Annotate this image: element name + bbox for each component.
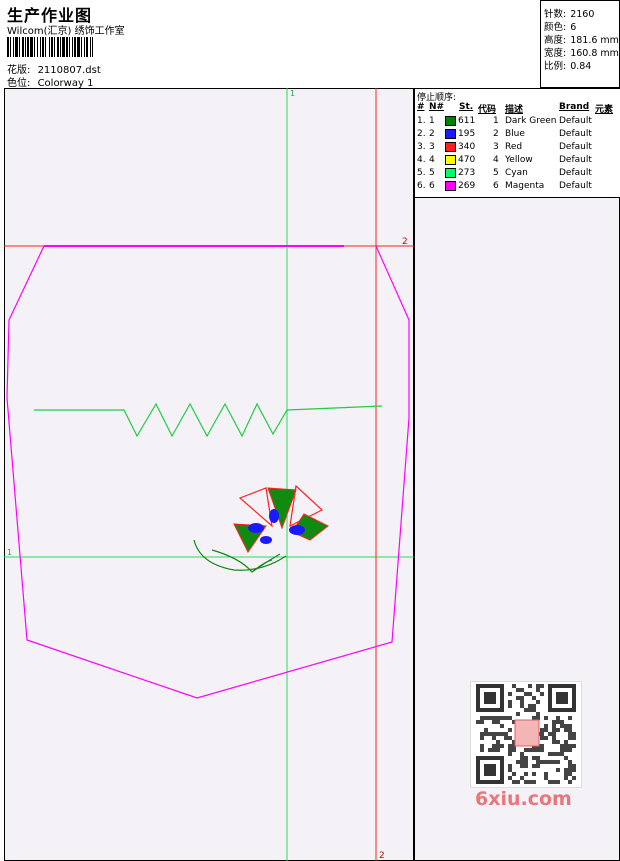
color-sequence-table: 停止顺序: # N# St. 代码 描述 Brand 元素 1. 1 611 1 D… <box>415 89 620 198</box>
guide-v2-label: 2 <box>379 851 385 861</box>
barcode <box>7 37 93 57</box>
stat-width: 宽度: 160.8 mm <box>544 48 619 59</box>
table-row: 6. 6 269 6 Magenta Default <box>417 181 592 191</box>
stats-panel: 针数: 2160 颜色: 6 高度: 181.6 mm 宽度: 160.8 mm 比例:… <box>540 0 620 88</box>
guide-h1-label: 1 <box>7 548 12 557</box>
zigzag-stitch <box>34 402 383 438</box>
col-index: # <box>417 102 425 112</box>
table-row: 5. 5 273 5 Cyan Default <box>417 168 592 178</box>
watermark-logo: 6xiu.com <box>475 788 572 810</box>
stat-colors: 颜色: 6 <box>544 22 577 33</box>
col-code: 代码 <box>478 105 497 115</box>
color-swatch <box>445 181 456 191</box>
design-canvas: 1 1 2 2 <box>4 88 414 861</box>
table-row: 1. 1 611 1 Dark Green Default <box>417 116 592 126</box>
table-row: 2. 2 195 2 Blue Default <box>417 129 592 139</box>
col-description: 描述 <box>505 105 524 115</box>
stat-height: 高度: 181.6 mm <box>544 35 619 46</box>
col-stitches: St. <box>459 102 474 112</box>
company-name: Wilcom(汇京) 绣饰工作室 <box>7 26 125 37</box>
pocket-outline <box>6 245 410 699</box>
flower-motif <box>193 484 329 573</box>
table-row: 4. 4 470 4 Yellow Default <box>417 155 592 165</box>
colorway-info: 色位: Colorway 1 <box>7 74 93 89</box>
qr-code <box>470 681 582 788</box>
color-swatch <box>445 168 456 178</box>
stat-scale: 比例: 0.84 <box>544 61 592 72</box>
color-swatch <box>445 116 456 126</box>
col-brand: Brand <box>559 102 590 112</box>
color-swatch <box>445 129 456 139</box>
col-element: 元素 <box>595 105 614 115</box>
col-needle: N# <box>429 102 445 112</box>
color-swatch <box>445 142 456 152</box>
design-drawing: 1 1 2 2 <box>4 88 414 861</box>
guide-h2-label: 2 <box>402 237 408 247</box>
color-swatch <box>445 155 456 165</box>
guide-v1-label: 1 <box>290 89 295 98</box>
stat-stitches: 针数: 2160 <box>544 9 595 20</box>
table-row: 3. 3 340 3 Red Default <box>417 142 592 152</box>
